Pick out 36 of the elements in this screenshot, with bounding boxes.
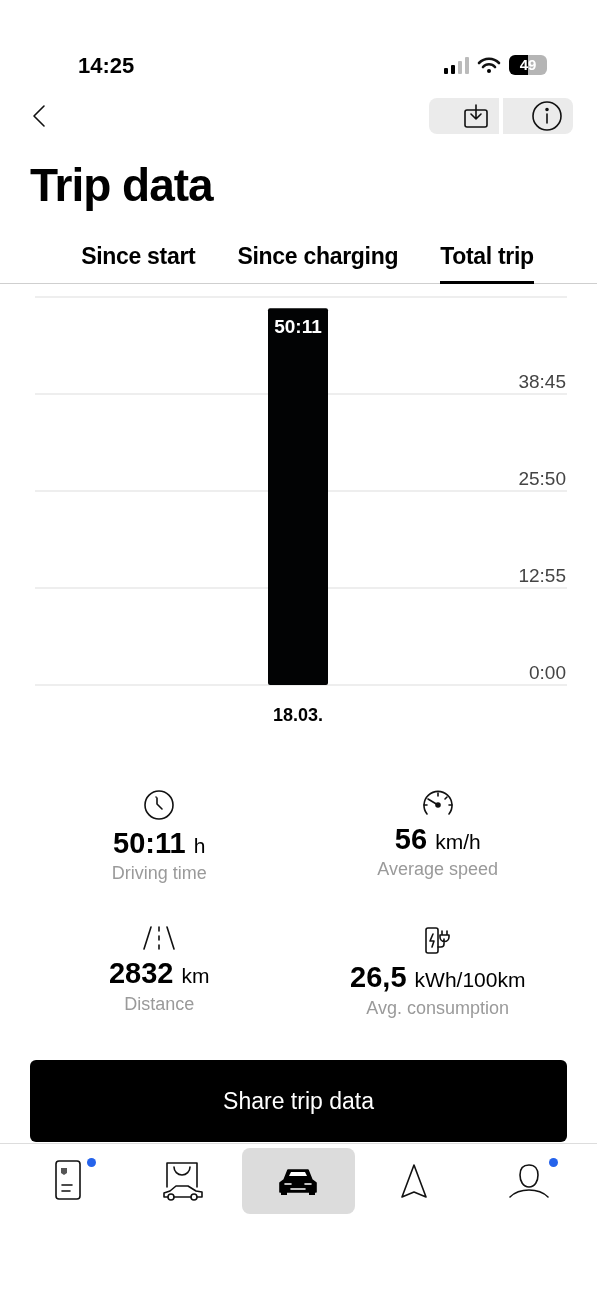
axis-label: 12:55 — [518, 565, 566, 587]
info-icon — [531, 100, 563, 132]
tab[interactable]: Since start — [81, 238, 196, 285]
stat-label: Avg. consumption — [366, 996, 510, 1020]
charging-station-icon — [422, 925, 453, 956]
stat-value: 56 km/h — [394, 823, 481, 857]
bar-value-label: 50:11 — [274, 316, 322, 338]
wifi-icon — [477, 56, 501, 74]
axis-label: 25:50 — [518, 468, 566, 490]
download-icon — [463, 103, 489, 129]
document-icon — [52, 1158, 83, 1203]
info-button[interactable] — [503, 98, 573, 134]
stat-label: Driving time — [111, 862, 207, 886]
stat-value: 26,5 kWh/100km — [350, 961, 526, 995]
navigation-arrow-icon — [398, 1162, 429, 1199]
stat-label: Distance — [124, 992, 195, 1016]
download-button[interactable] — [429, 98, 499, 134]
axis-label: 38:45 — [518, 371, 566, 393]
road-icon — [141, 925, 178, 952]
share-button[interactable]: Share trip data — [30, 1059, 567, 1142]
shopping-bag-car-icon — [162, 1160, 205, 1201]
stat-label: Average speed — [377, 858, 499, 882]
clock-icon — [143, 789, 176, 822]
nav-tab[interactable] — [241, 1147, 355, 1214]
tab[interactable]: Total trip — [440, 238, 534, 285]
axis-label: 0:00 — [529, 662, 566, 684]
clock-time: 14:25 — [78, 51, 135, 80]
tab[interactable]: Since charging — [237, 238, 399, 285]
battery-indicator: 49 — [509, 55, 547, 75]
signal-icon — [443, 56, 469, 74]
stat-value: 2832 km — [108, 957, 210, 991]
person-icon — [508, 1162, 551, 1199]
back-icon[interactable] — [32, 104, 46, 128]
page-title: Trip data — [30, 160, 215, 211]
axis-label: 18.03. — [273, 705, 323, 726]
stat-value: 50:11 h — [113, 827, 206, 861]
